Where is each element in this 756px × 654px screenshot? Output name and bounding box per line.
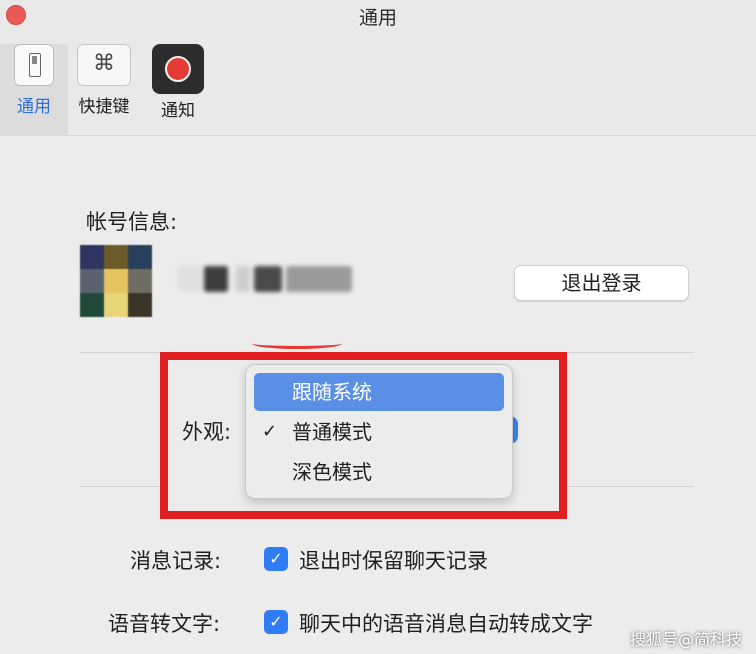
account-name-redacted [236,266,250,292]
annotation-highlight-box [160,352,567,519]
notification-record-icon [152,44,204,94]
tab-notifications-label: 通知 [161,101,195,121]
divider [568,486,694,487]
voice-to-text-label: 语音转文字: [108,612,221,636]
avatar [80,245,152,317]
preferences-toolbar: 通用 ⌘ 快捷键 通知 [0,36,756,136]
tab-general[interactable]: 通用 [0,44,68,117]
window-title: 通用 [358,7,397,29]
voice-to-text-text: 聊天中的语音消息自动转成文字 [299,612,593,636]
account-name-redacted [204,266,228,292]
tab-general-label: 通用 [17,97,51,117]
general-switch-icon [14,44,54,86]
voice-to-text-checkbox[interactable]: ✓ [264,610,288,634]
tab-notifications[interactable]: 通知 [148,44,208,121]
message-history-text: 退出时保留聊天记录 [299,549,488,573]
tab-shortcuts-label: 快捷键 [78,97,130,117]
account-info-heading: 帐号信息: [86,210,178,234]
account-name-redacted [178,266,202,292]
message-history-label: 消息记录: [130,549,222,573]
command-key-icon: ⌘ [77,44,131,86]
annotation-underline [252,338,342,349]
divider [80,486,160,487]
account-name-redacted [254,266,282,292]
tab-shortcuts[interactable]: ⌘ 快捷键 [70,44,138,117]
watermark: 搜狐号@简科技 [630,630,743,649]
message-history-checkbox[interactable]: ✓ [264,547,288,571]
title-bar: 通用 [0,0,756,36]
logout-button[interactable]: 退出登录 [514,265,689,301]
account-name-redacted [286,266,352,292]
